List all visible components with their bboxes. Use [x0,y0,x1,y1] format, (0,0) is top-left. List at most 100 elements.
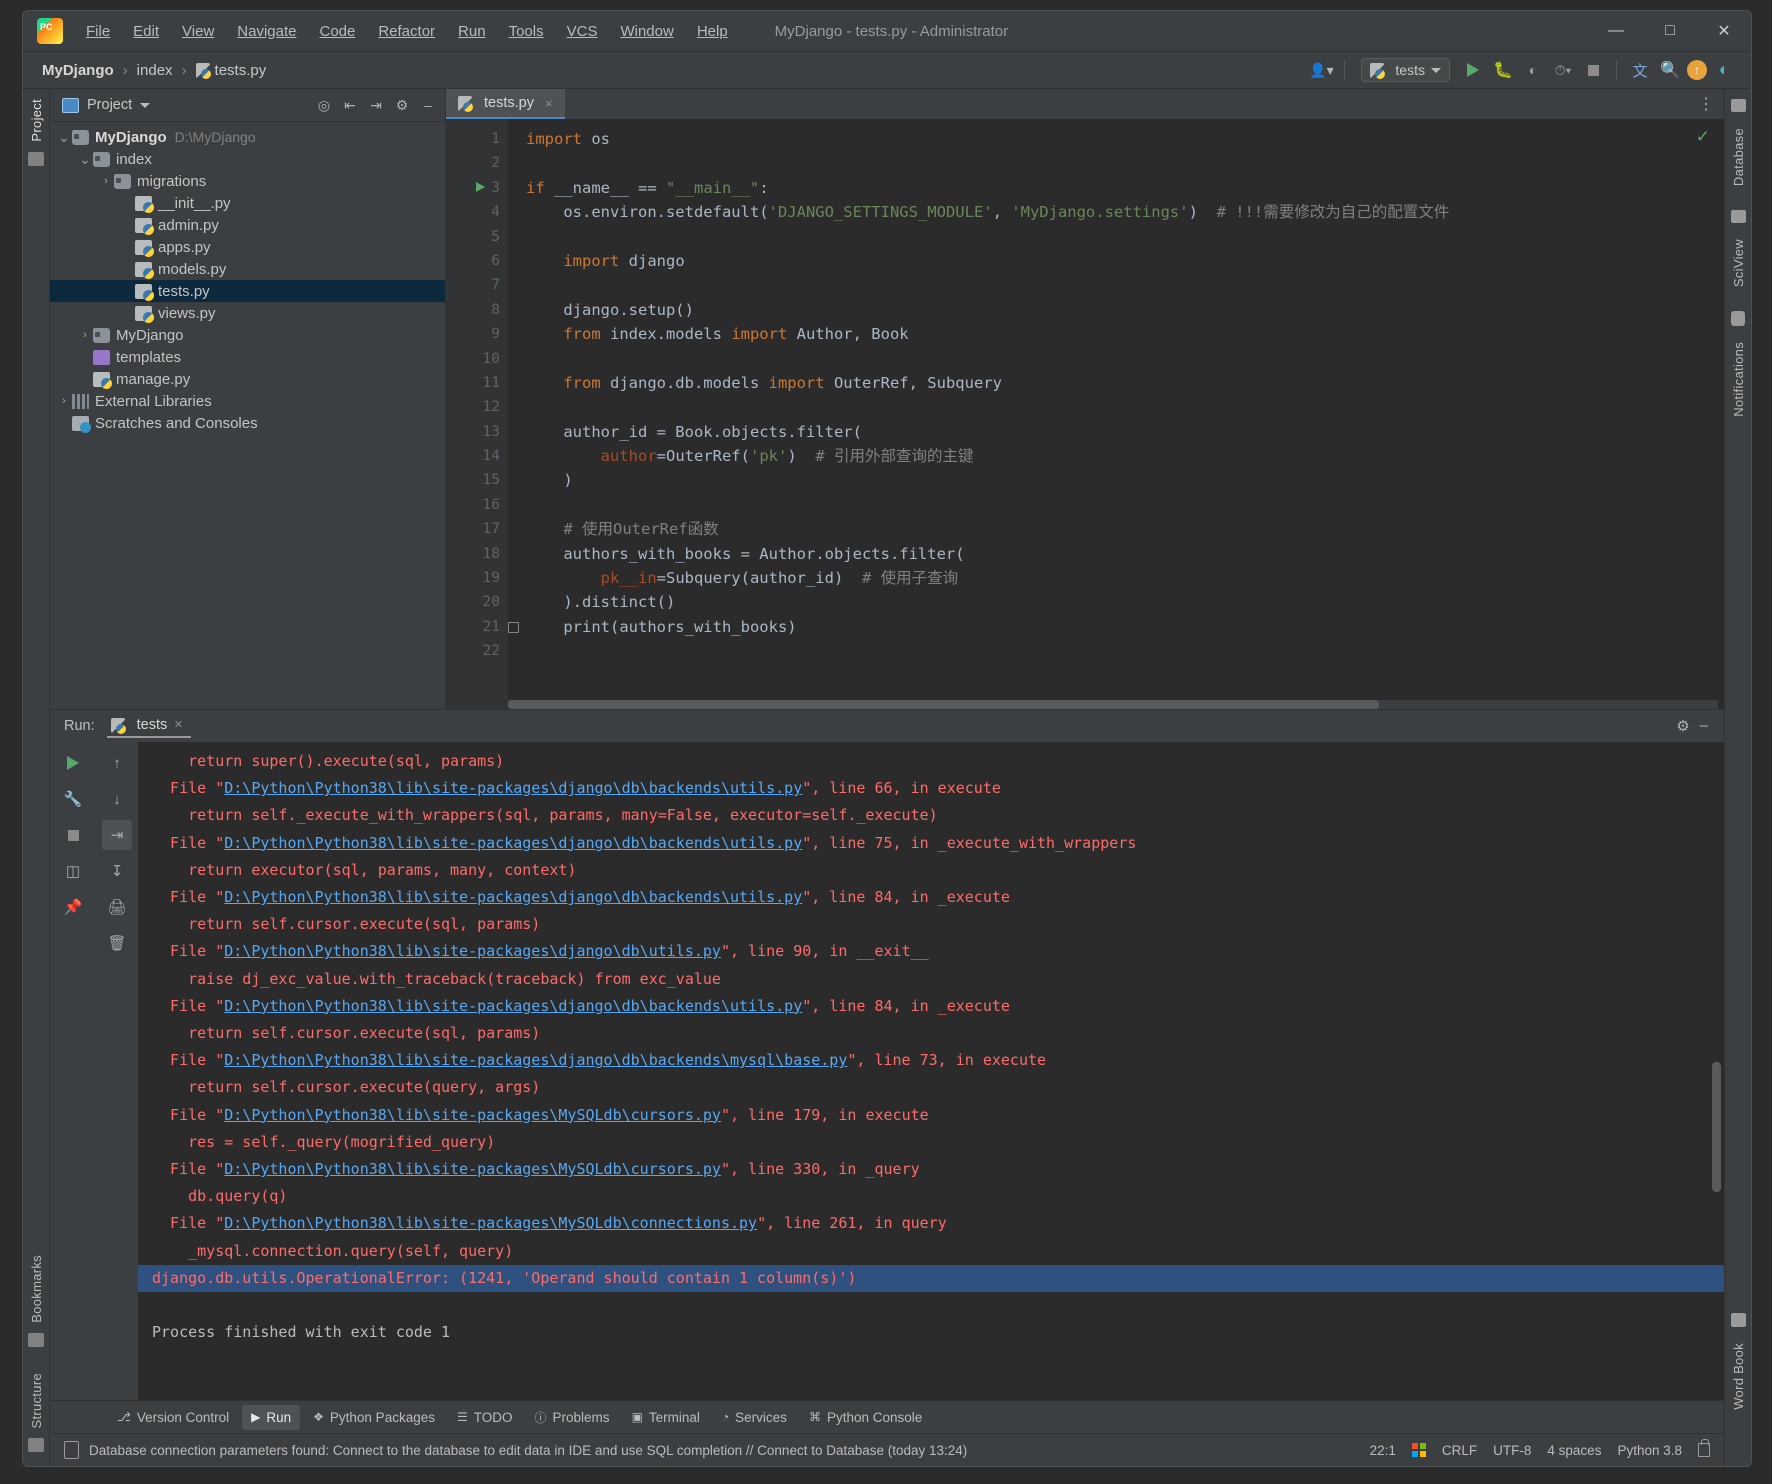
tool-button-python-console[interactable]: ⌘ Python Console [800,1405,931,1430]
settings-icon[interactable]: ⚙ [1676,717,1689,735]
lock-icon[interactable] [1698,1439,1710,1457]
strip-notifications-button[interactable]: Notifications [1731,342,1746,417]
layout-icon[interactable]: ◫ [58,856,88,886]
console-file-line[interactable]: File "D:\Python\Python38\lib\site-packag… [138,1047,1724,1074]
rerun-icon[interactable] [58,748,88,778]
line-number[interactable]: 2 [446,151,508,175]
line-number[interactable]: 22 [446,639,508,663]
code-line[interactable]: ).distinct() [526,590,1724,614]
stop-icon[interactable] [58,820,88,850]
code-line[interactable]: author_id = Book.objects.filter( [526,420,1724,444]
tree-item-index[interactable]: ⌄ index [50,148,445,170]
tool-window-button-bar[interactable]: ⎇ Version Control ▶ Run ❖ Python Packages ☰ TOD… [50,1400,1724,1433]
collapse-all-icon[interactable]: ⇥ [365,94,387,116]
code-line[interactable]: from django.db.models import OuterRef, S… [526,371,1724,395]
console-file-link[interactable]: D:\Python\Python38\lib\site-packages\dja… [224,997,802,1015]
project-tree[interactable]: ⌄ MyDjango D:\MyDjango ⌄ index › migrations __i… [50,122,445,709]
strip-structure-button[interactable]: Structure [29,1373,44,1428]
trash-icon[interactable]: 🗑 [102,928,132,958]
line-number[interactable]: 7 [446,273,508,297]
update-icon[interactable]: ↑ [1687,60,1707,80]
console-file-link[interactable]: D:\Python\Python38\lib\site-packages\MyS… [224,1106,721,1124]
tool-button-services[interactable]: ◔ Services [713,1405,796,1430]
code-line[interactable]: import django [526,249,1724,273]
line-number[interactable]: 10 [446,347,508,371]
code-line[interactable] [526,347,1724,371]
code-text[interactable]: import os if __name__ == "__main__": os.… [508,119,1724,709]
code-line[interactable] [526,273,1724,297]
hide-icon[interactable]: – [1700,717,1708,735]
profiler-icon[interactable]: ⏱▾ [1550,57,1576,83]
menu-code[interactable]: Code [308,19,366,44]
console-file-line[interactable]: File "D:\Python\Python38\lib\site-packag… [138,775,1724,802]
strip-project-icon[interactable] [28,151,44,166]
breadcrumb[interactable]: MyDjango › index › tests.py [37,60,271,81]
code-line[interactable] [526,225,1724,249]
console-scrollbar[interactable] [1712,1062,1721,1192]
translate-icon[interactable]: 文 [1627,57,1653,83]
line-number[interactable]: 19 [446,566,508,590]
line-number[interactable]: 11 [446,371,508,395]
soft-wrap-icon[interactable]: ⇥ [102,820,132,850]
database-icon[interactable] [64,1441,79,1459]
tree-item-models-py[interactable]: models.py [50,258,445,280]
code-line[interactable]: author=OuterRef('pk') # 引用外部查询的主键 [526,444,1724,468]
line-number[interactable]: 15 [446,468,508,492]
line-number[interactable]: 21 [446,615,519,639]
line-number[interactable]: 8 [446,298,508,322]
line-number[interactable]: 6 [446,249,508,273]
menu-file[interactable]: File [75,19,121,44]
stop-icon[interactable] [1580,57,1606,83]
code-line[interactable]: from index.models import Author, Book [526,322,1724,346]
line-number[interactable]: 4 [446,200,508,224]
console-file-line[interactable]: File "D:\Python\Python38\lib\site-packag… [138,993,1724,1020]
status-message[interactable]: Database connection parameters found: Co… [89,1443,967,1458]
minimize-button[interactable]: — [1589,11,1643,51]
strip-sciview-button[interactable]: SciView [1731,239,1746,287]
close-button[interactable]: ✕ [1697,11,1751,51]
code-line[interactable]: import os [526,127,1724,151]
line-number[interactable]: 12 [446,395,508,419]
code-line[interactable]: authors_with_books = Author.objects.filt… [526,542,1724,566]
up-arrow-icon[interactable]: ↑ [102,748,132,778]
tree-item-scratches-and-consoles[interactable]: Scratches and Consoles [50,412,445,434]
tool-button-terminal[interactable]: ▣ Terminal [623,1405,709,1430]
breadcrumb-project[interactable]: MyDjango [37,60,119,81]
menu-bar[interactable]: File Edit View Navigate Code Refactor Ru… [75,19,739,44]
caret-position[interactable]: 22:1 [1370,1443,1396,1458]
console-file-link[interactable]: D:\Python\Python38\lib\site-packages\dja… [224,888,802,906]
console-file-line[interactable]: File "D:\Python\Python38\lib\site-packag… [138,830,1724,857]
down-arrow-icon[interactable]: ↓ [102,784,132,814]
code-line[interactable] [526,639,1724,663]
tree-item-manage-py[interactable]: manage.py [50,368,445,390]
notifications-strip-icon[interactable] [1731,311,1745,327]
tree-item-external-libraries[interactable]: › External Libraries [50,390,445,412]
tree-item--init-py[interactable]: __init__.py [50,192,445,214]
chevron-icon[interactable]: ⌄ [56,129,72,146]
maximize-button[interactable]: □ [1643,11,1697,51]
breadcrumb-file[interactable]: tests.py [191,60,272,81]
line-number[interactable]: 5 [446,225,508,249]
bookmark-icon[interactable] [28,1332,44,1347]
tree-item-views-py[interactable]: views.py [50,302,445,324]
tree-item-tests-py[interactable]: tests.py [50,280,445,302]
strip-database-button[interactable]: Database [1731,128,1746,186]
code-line[interactable]: pk__in=Subquery(author_id) # 使用子查询 [526,566,1724,590]
console-file-line[interactable]: File "D:\Python\Python38\lib\site-packag… [138,1210,1724,1237]
run-gutter-icon[interactable] [476,181,485,192]
code-line[interactable] [526,493,1724,517]
line-number[interactable]: 18 [446,542,508,566]
chevron-icon[interactable]: › [56,395,72,407]
line-number[interactable]: 9 [446,322,508,346]
run-console-output[interactable]: return super().execute(sql, params) File… [138,742,1724,1400]
structure-icon[interactable] [28,1438,44,1452]
menu-view[interactable]: View [171,19,225,44]
tree-item-admin-py[interactable]: admin.py [50,214,445,236]
chevron-icon[interactable]: › [77,329,93,341]
line-number[interactable]: 16 [446,493,508,517]
profile-icon[interactable]: 👤▾ [1308,57,1334,83]
run-tab-tests[interactable]: tests × [106,714,191,738]
console-file-link[interactable]: D:\Python\Python38\lib\site-packages\MyS… [224,1160,721,1178]
line-number[interactable]: 17 [446,517,508,541]
close-icon[interactable]: × [174,717,182,733]
